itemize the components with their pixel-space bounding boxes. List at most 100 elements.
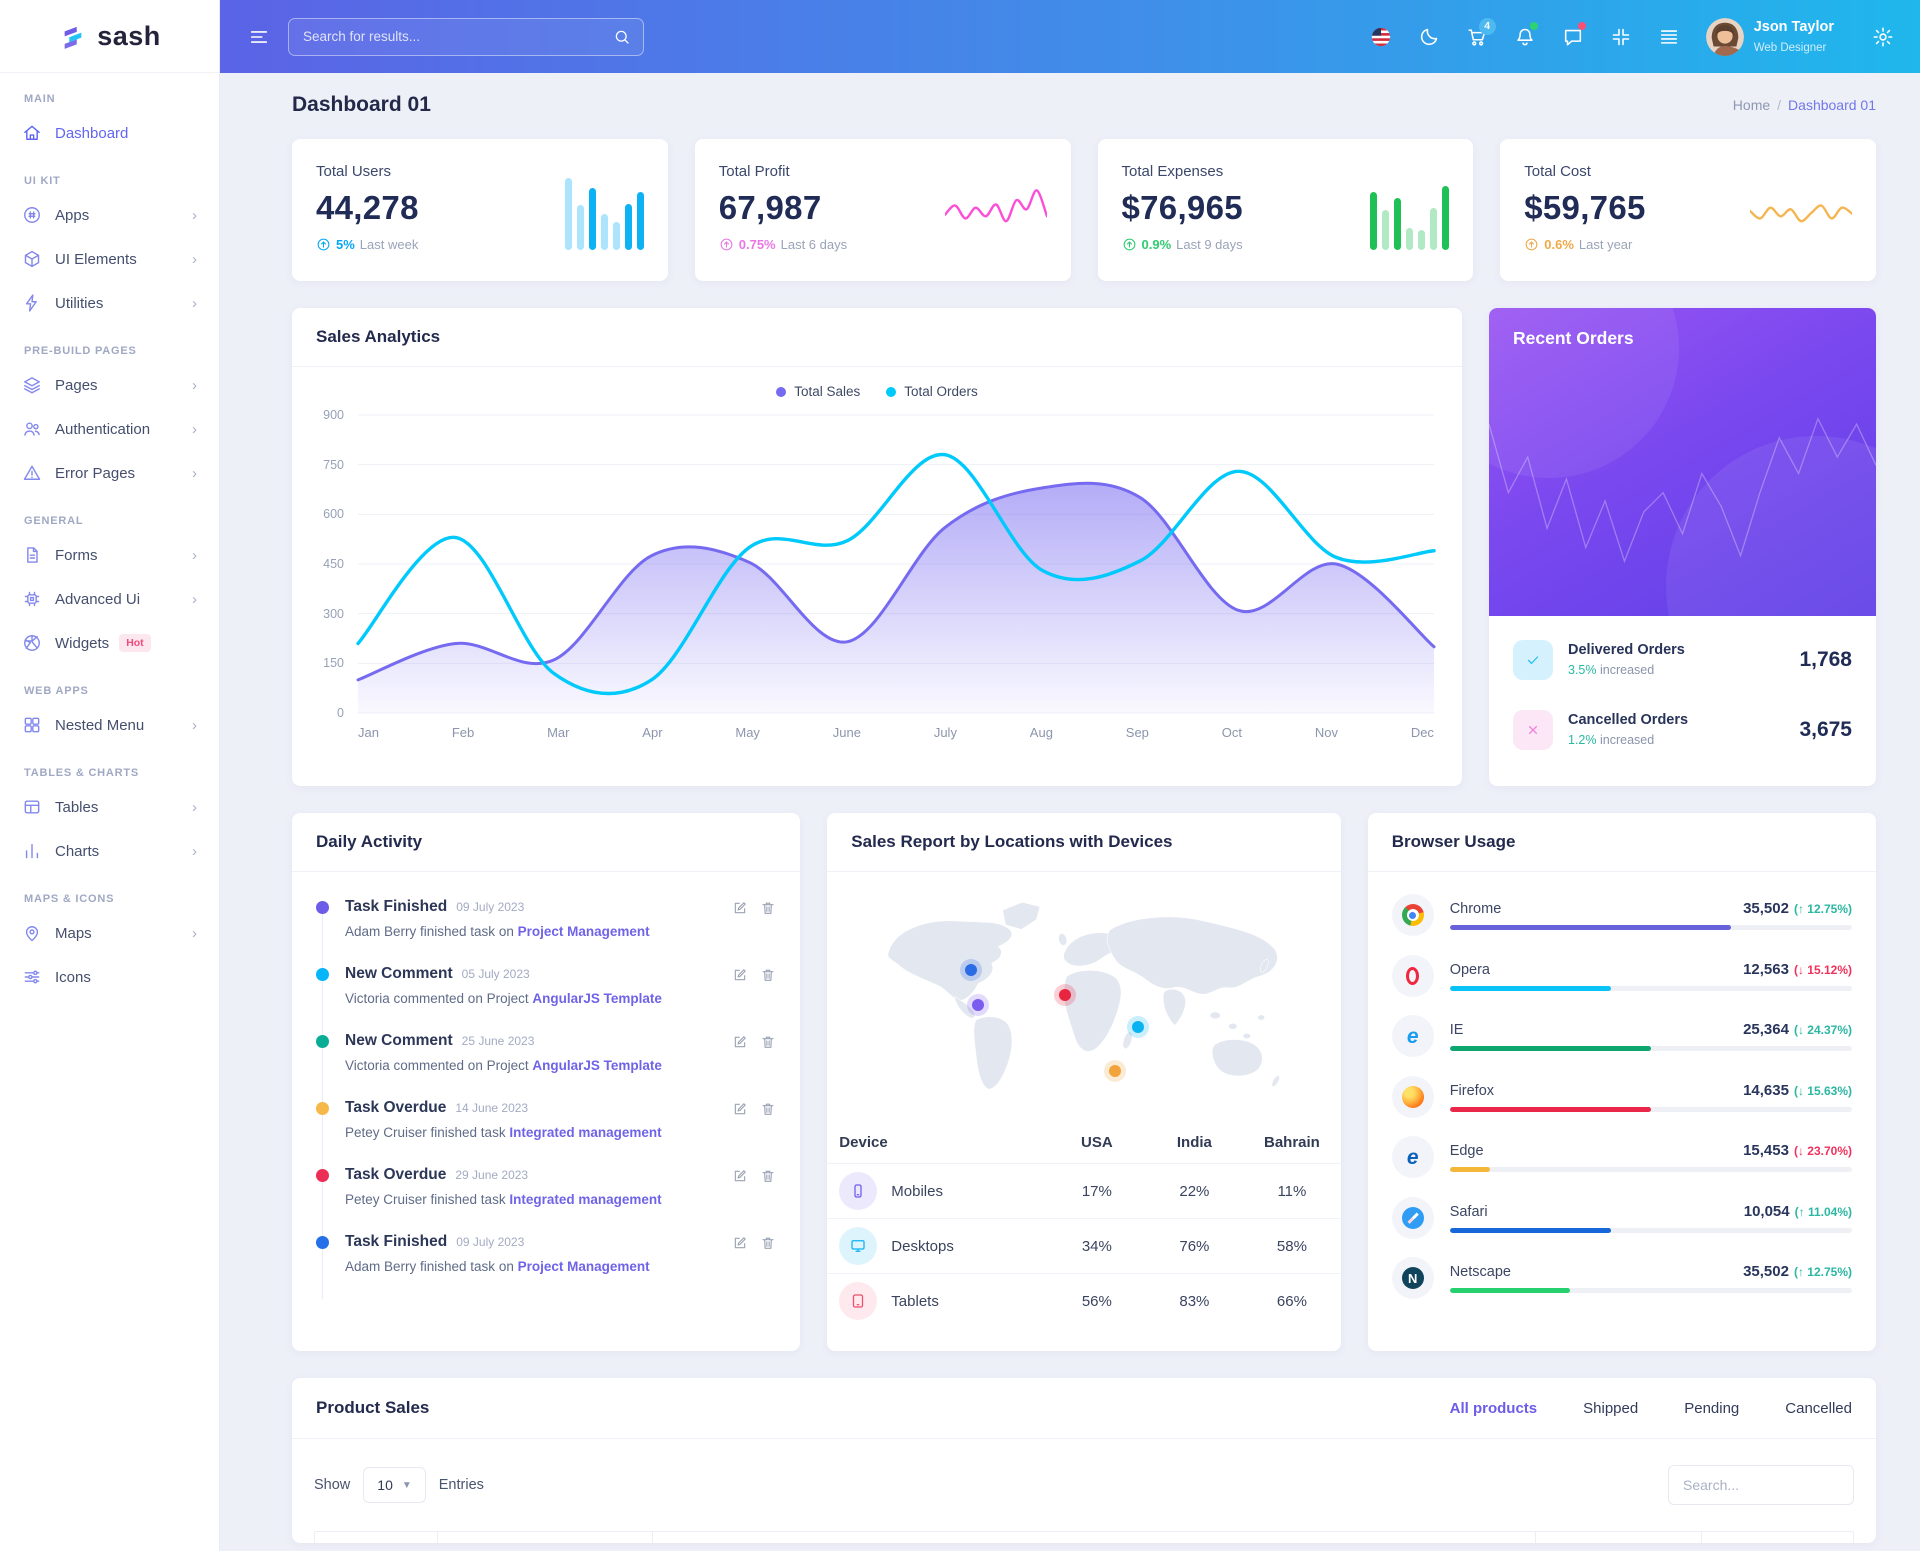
trash-icon[interactable] [760,967,776,983]
legend-dot [776,386,787,397]
x-axis-tick: Sep [1125,725,1149,740]
breadcrumb-home[interactable]: Home [1733,97,1770,113]
trash-icon[interactable] [760,1235,776,1251]
browser-progress-track [1449,1288,1852,1293]
activity-link[interactable]: Project Management [518,924,650,939]
sidebar-item-forms[interactable]: Forms › [0,533,219,577]
activity-link[interactable]: Integrated management [509,1125,661,1140]
edit-icon[interactable] [732,900,748,916]
tab-pending[interactable]: Pending [1684,1400,1739,1417]
map-dot-europe [1059,989,1072,1002]
activity-actions [732,1034,776,1050]
language-flag-icon[interactable] [1370,26,1392,48]
sidebar-item-advanced-ui[interactable]: Advanced Ui › [0,577,219,621]
messages-icon[interactable] [1562,21,1586,48]
sidebar-item-maps[interactable]: Maps › [0,911,219,955]
map-dot-india [1131,1021,1144,1034]
stat-card-total-users: Total Users 44,278 5% Last week [292,139,668,281]
device-value: 58% [1243,1218,1341,1274]
edit-icon[interactable] [732,1034,748,1050]
grid-icon [22,715,42,735]
activity-description: Victoria commented on Project AngularJS … [345,991,662,1006]
sidebar-item-error-pages[interactable]: Error Pages › [0,451,219,495]
aperture-icon [22,633,42,653]
mini-bar [1382,210,1390,250]
stat-card-total-cost: Total Cost $59,765 0.6% Last year [1500,139,1876,281]
product-table [314,1531,1854,1543]
edit-icon[interactable] [732,1101,748,1117]
sidebar-item-tables[interactable]: Tables › [0,785,219,829]
sidebar-item-ui-elements[interactable]: UI Elements › [0,237,219,281]
alert-icon [22,463,42,483]
stat-delta-value: 0.75% [738,237,776,252]
sidebar-item-utilities[interactable]: Utilities › [0,281,219,325]
activity-link[interactable]: AngularJS Template [532,991,662,1006]
trash-icon[interactable] [760,1168,776,1184]
settings-gear-icon[interactable] [1872,26,1894,48]
sidebar-toggle-button[interactable] [242,20,276,54]
search-input[interactable] [289,29,613,44]
edit-icon[interactable] [732,967,748,983]
activity-description: Adam Berry finished task on Project Mana… [345,924,650,939]
activity-body: Task Finished 09 July 2023 Adam Berry fini… [345,1233,650,1274]
sidebar-item-charts[interactable]: Charts › [0,829,219,873]
sidebar-item-widgets[interactable]: Widgets Hot [0,621,219,665]
search-icon[interactable] [613,28,631,46]
user-profile[interactable]: Json Taylor Web Designer [1705,17,1834,57]
entries-select[interactable]: 10 ▼ [363,1467,426,1503]
hot-badge: Hot [119,634,151,652]
stat-delta-value: 0.9% [1141,237,1172,252]
tab-all-products[interactable]: All products [1450,1400,1538,1417]
browser-progress-track [1449,1227,1852,1233]
edit-icon[interactable] [732,1168,748,1184]
activity-link[interactable]: AngularJS Template [532,1058,662,1073]
y-axis-tick: 150 [323,656,344,671]
stat-delta-period: Last 9 days [1176,237,1243,252]
activity-link[interactable]: Project Management [518,1259,650,1274]
sidebar-item-apps[interactable]: Apps › [0,193,219,237]
sidebar-item-pages[interactable]: Pages › [0,363,219,407]
stat-card-total-expenses: Total Expenses $76,965 0.9% Last 9 days [1097,139,1474,281]
arrow-up-circle-icon [1122,237,1137,252]
x-axis-tick: June [832,725,861,740]
sidebar-item-icons[interactable]: Icons [0,955,219,999]
device-value: 66% [1276,1292,1307,1310]
browser-info: Opera 12,563 (↓ 15.12%) [1449,961,1852,991]
trash-icon[interactable] [760,1034,776,1050]
tab-shipped[interactable]: Shipped [1583,1400,1638,1417]
sidebar-item-nested-menu[interactable]: Nested Menu › [0,703,219,747]
edit-icon[interactable] [732,1235,748,1251]
right-sidebar-icon[interactable] [1658,26,1680,48]
trash-icon[interactable] [760,900,776,916]
product-search-input[interactable] [1668,1465,1854,1505]
browser-change-pct: (↑ 11.04%) [1794,1204,1852,1219]
mini-bar-chart [1347,174,1450,250]
entries-control: Show 10 ▼ Entries [314,1467,484,1503]
browser-row-edge: e Edge 15,453 (↓ 23.70%) [1391,1136,1852,1178]
cart-icon[interactable]: 4 [1466,17,1496,48]
sidebar-item-authentication[interactable]: Authentication › [0,407,219,451]
mini-line-chart [945,181,1047,243]
activity-link[interactable]: Integrated management [509,1192,661,1207]
stat-delta: 0.9% Last 9 days [1122,237,1243,252]
order-stat-value: 1,768 [1799,648,1852,671]
tab-cancelled[interactable]: Cancelled [1785,1400,1852,1417]
browser-value: 15,453 [1743,1142,1789,1159]
trash-icon[interactable] [760,1101,776,1117]
main-content: Dashboard 01 Home / Dashboard 01 Total Use… [220,73,1920,1551]
desktop-icon [839,1227,878,1265]
device-name: Desktops [891,1237,954,1255]
fullscreen-icon[interactable] [1610,26,1632,48]
brand[interactable]: sash [0,0,219,73]
activity-actions [732,1168,776,1184]
dark-mode-icon[interactable] [1418,26,1440,48]
browser-info: Safari 10,054 (↑ 11.04%) [1449,1203,1852,1233]
activity-dot [316,1169,329,1182]
sidebar-item-dashboard[interactable]: Dashboard [0,111,219,155]
notifications-bell-icon[interactable] [1514,21,1538,48]
sidebar-item-label: Apps [55,206,90,224]
device-table-header: India [1145,1122,1244,1164]
activity-title: Task Overdue [345,1099,447,1116]
browser-name: Netscape [1449,1264,1511,1280]
activity-actions [732,1235,776,1251]
